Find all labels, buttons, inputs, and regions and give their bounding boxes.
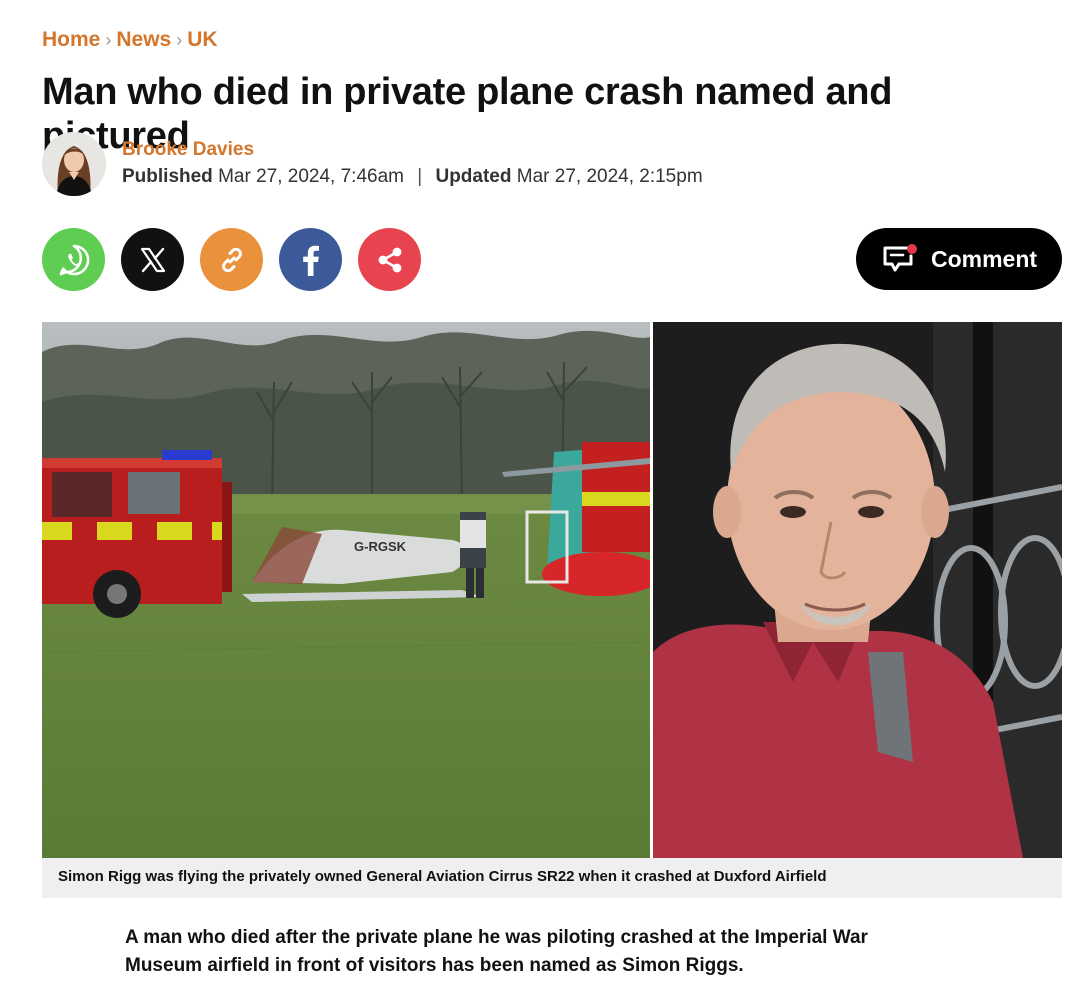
facebook-share-button[interactable]	[279, 228, 342, 291]
breadcrumb: Home › News › UK	[42, 28, 218, 52]
whatsapp-share-button[interactable]	[42, 228, 105, 291]
comment-button[interactable]: Comment	[856, 228, 1062, 290]
whatsapp-icon	[59, 244, 89, 275]
image-caption: Simon Rigg was flying the privately owne…	[42, 858, 1062, 898]
crash-scene-photo: G-RGSK	[42, 322, 650, 858]
meta-divider: |	[417, 166, 423, 187]
more-share-button[interactable]	[358, 228, 421, 291]
x-icon	[140, 247, 165, 272]
breadcrumb-separator: ›	[176, 29, 183, 50]
comment-icon	[883, 244, 917, 272]
author-name-link[interactable]: Brooke Davies	[122, 137, 703, 163]
portrait-photo	[653, 322, 1062, 858]
breadcrumb-uk-link[interactable]: UK	[187, 28, 217, 52]
breadcrumb-news-link[interactable]: News	[116, 28, 171, 52]
link-icon	[221, 247, 242, 272]
updated-date: Mar 27, 2024, 2:15pm	[516, 166, 703, 187]
article-timestamps: Published Mar 27, 2024, 7:46am | Updated…	[122, 163, 703, 191]
breadcrumb-separator: ›	[105, 29, 112, 50]
notification-dot	[906, 244, 917, 254]
byline: Brooke Davies Published Mar 27, 2024, 7:…	[42, 132, 703, 196]
share-icon	[378, 247, 401, 272]
breadcrumb-home-link[interactable]: Home	[42, 28, 100, 52]
x-share-button[interactable]	[121, 228, 184, 291]
published-date: Mar 27, 2024, 7:46am	[218, 166, 404, 187]
article-lede: A man who died after the private plane h…	[125, 927, 868, 976]
share-bar	[42, 228, 437, 291]
copy-link-button[interactable]	[200, 228, 263, 291]
updated-label: Updated	[435, 166, 512, 187]
plane-registration: G-RGSK	[354, 539, 407, 554]
comment-label: Comment	[930, 245, 1038, 272]
facebook-icon	[302, 245, 319, 276]
article-main-image[interactable]: G-RGSK	[42, 322, 1062, 858]
author-avatar[interactable]	[42, 132, 106, 196]
published-label: Published	[122, 166, 213, 187]
